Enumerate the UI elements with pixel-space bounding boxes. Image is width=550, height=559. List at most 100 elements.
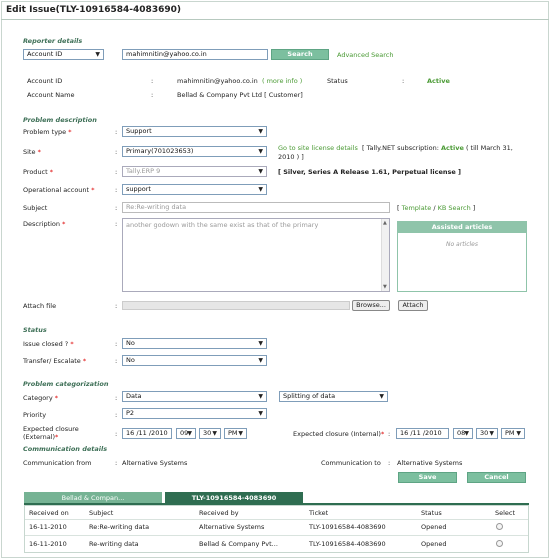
subject-input[interactable]: Re:Re-writing data — [122, 202, 390, 213]
product-label: Product * — [23, 168, 54, 176]
cell-status: Opened — [421, 540, 447, 548]
internal-date-input[interactable]: 16 /11 /2010 — [396, 428, 449, 439]
chevron-down-icon: ▼ — [258, 168, 263, 175]
browse-button[interactable]: Browse... — [352, 300, 390, 311]
column-header: Select — [495, 509, 516, 517]
site-subscription-info: [ Tally.NET subscription: Active ( till … — [362, 144, 513, 152]
operational-account-select[interactable]: support ▼ — [122, 184, 267, 195]
communication-to-label: Communication to — [321, 459, 381, 467]
cell-received-by: Bellad & Company Pvt... — [199, 540, 278, 548]
chevron-down-icon: ▼ — [258, 410, 263, 417]
transfer-escalate-select[interactable]: No ▼ — [122, 355, 267, 366]
advanced-search-link[interactable]: Advanced Search — [337, 51, 394, 59]
section-status: Status — [23, 326, 47, 334]
colon: : — [402, 77, 405, 85]
colon: : — [115, 128, 118, 136]
assisted-articles-panel: Assisted articles No articles — [397, 221, 527, 292]
category-label: Category * — [23, 394, 59, 402]
colon: : — [115, 168, 118, 176]
site-select[interactable]: Primary(701023653) ▼ — [122, 146, 267, 157]
site-label: Site * — [23, 148, 41, 156]
internal-minute-select[interactable]: 30 ▼ — [476, 428, 498, 439]
internal-ampm-select[interactable]: PM ▼ — [501, 428, 525, 439]
colon: : — [115, 430, 118, 438]
search-by-select[interactable]: Account ID ▼ — [23, 49, 104, 60]
chevron-down-icon: ▼ — [379, 393, 384, 400]
cell-received-on: 16-11-2010 — [29, 523, 67, 531]
kb-search-link[interactable]: KB Search — [438, 204, 471, 212]
external-date-input[interactable]: 16 /11 /2010 — [122, 428, 172, 439]
cell-subject: Re:Re-writing data — [89, 523, 150, 531]
save-button[interactable]: Save — [398, 472, 457, 483]
priority-select[interactable]: P2 ▼ — [122, 408, 267, 419]
cell-status: Opened — [421, 523, 447, 531]
page-title: Edit Issue(TLY-10916584-4083690) — [6, 5, 181, 15]
product-license-info: [ Silver, Series A Release 1.61, Perpetu… — [278, 168, 462, 176]
template-kb-links: [ Template / KB Search ] — [397, 204, 476, 212]
chevron-down-icon: ▼ — [258, 128, 263, 135]
communication-to-value: Alternative Systems — [397, 459, 463, 467]
colon: : — [151, 91, 154, 99]
category-select[interactable]: Data ▼ — [122, 391, 267, 402]
account-name-value: Bellad & Company Pvt Ltd [ Customer] — [177, 91, 303, 99]
chevron-down-icon: ▼ — [258, 148, 263, 155]
more-info-link[interactable]: ( more info ) — [262, 77, 302, 85]
external-hour-select[interactable]: 09 ▼ — [176, 428, 196, 439]
colon: : — [115, 340, 118, 348]
communication-from-value: Alternative Systems — [122, 459, 188, 467]
subject-label: Subject — [23, 204, 48, 212]
search-button[interactable]: Search — [271, 49, 329, 60]
scroll-down-icon[interactable]: ▼ — [383, 284, 387, 290]
column-header: Ticket — [309, 509, 329, 517]
external-minute-select[interactable]: 30 ▼ — [199, 428, 221, 439]
cancel-button[interactable]: Cancel — [467, 472, 526, 483]
issue-closed-label: Issue closed ? * — [23, 340, 74, 348]
cell-subject: Re-writing data — [89, 540, 139, 548]
internal-hour-select[interactable]: 08 ▼ — [453, 428, 473, 439]
column-header: Status — [421, 509, 442, 517]
external-ampm-select[interactable]: PM ▼ — [224, 428, 247, 439]
subcategory-select[interactable]: Splitting of data ▼ — [279, 391, 388, 402]
site-subscription-info-line2: 2010 ) ] — [278, 153, 304, 161]
colon: : — [115, 220, 118, 228]
select-radio[interactable] — [496, 523, 503, 530]
colon: : — [115, 394, 118, 402]
column-header: Subject — [89, 509, 114, 517]
status-badge: Active — [427, 77, 450, 85]
colon: : — [115, 186, 118, 194]
product-select[interactable]: Tally.ERP 9 ▼ — [122, 166, 267, 177]
template-link[interactable]: Template — [402, 204, 432, 212]
chevron-down-icon: ▼ — [212, 430, 217, 437]
problem-type-label: Problem type * — [23, 128, 72, 136]
section-reporter-details: Reporter details — [23, 37, 83, 45]
chevron-down-icon: ▼ — [516, 430, 521, 437]
select-radio[interactable] — [496, 540, 503, 547]
colon: : — [115, 148, 118, 156]
account-id-label: Account ID — [27, 77, 63, 85]
attach-button[interactable]: Attach — [398, 300, 428, 311]
issue-closed-select[interactable]: No ▼ — [122, 338, 267, 349]
section-problem-categorization: Problem categorization — [23, 380, 109, 388]
chevron-down-icon: ▼ — [238, 430, 243, 437]
chevron-down-icon: ▼ — [187, 430, 192, 437]
attach-file-path[interactable] — [122, 301, 350, 310]
cell-received-on: 16-11-2010 — [29, 540, 67, 548]
description-textarea[interactable]: another godown with the same exist as th… — [122, 218, 390, 292]
chevron-down-icon: ▼ — [258, 186, 263, 193]
chevron-down-icon: ▼ — [95, 51, 100, 58]
column-header: Received by — [199, 509, 239, 517]
scroll-up-icon[interactable]: ▲ — [383, 220, 387, 226]
account-name-label: Account Name — [27, 91, 75, 99]
problem-type-select[interactable]: Support ▼ — [122, 126, 267, 137]
chevron-down-icon: ▼ — [258, 393, 263, 400]
search-input[interactable]: mahimnitin@yahoo.co.in — [122, 49, 268, 60]
cell-ticket: TLY-10916584-4083690 — [309, 523, 386, 531]
description-scrollbar[interactable]: ▲ ▼ — [381, 219, 389, 291]
colon: : — [115, 357, 118, 365]
section-communication-details: Communication details — [23, 445, 108, 453]
transfer-escalate-label: Transfer/ Escalate * — [23, 357, 87, 365]
assisted-articles-empty: No articles — [445, 241, 478, 248]
site-license-link[interactable]: Go to site license details — [278, 144, 358, 152]
account-id-value: mahimnitin@yahoo.co.in — [177, 77, 258, 85]
chevron-down-icon: ▼ — [464, 430, 469, 437]
